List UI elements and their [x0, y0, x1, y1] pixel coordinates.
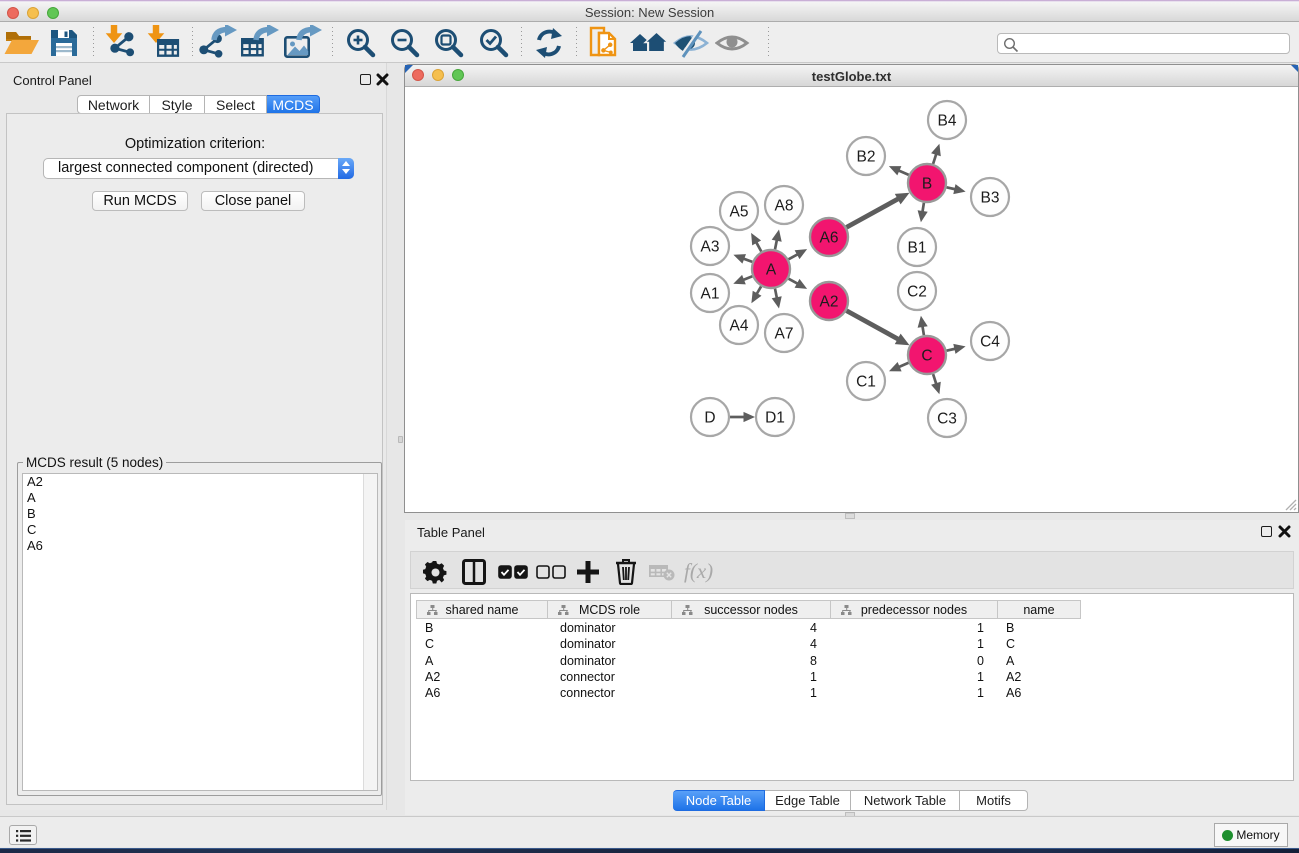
svg-text:A5: A5	[730, 204, 749, 221]
svg-text:A6: A6	[820, 230, 839, 247]
svg-text:B: B	[922, 176, 932, 193]
svg-text:A3: A3	[701, 239, 720, 256]
svg-text:B2: B2	[857, 149, 876, 166]
svg-text:C4: C4	[980, 334, 1000, 351]
svg-text:C: C	[921, 348, 932, 365]
svg-text:A8: A8	[775, 198, 794, 215]
svg-text:D: D	[704, 410, 715, 427]
svg-text:A1: A1	[701, 286, 720, 303]
svg-text:C1: C1	[856, 374, 876, 391]
svg-text:C3: C3	[937, 411, 957, 428]
svg-text:A7: A7	[775, 326, 794, 343]
svg-text:C2: C2	[907, 284, 927, 301]
svg-text:f(x): f(x)	[684, 560, 713, 583]
svg-text:A2: A2	[820, 294, 839, 311]
svg-text:A4: A4	[730, 318, 749, 335]
svg-text:D1: D1	[765, 410, 785, 427]
svg-text:B4: B4	[938, 113, 957, 130]
svg-text:B3: B3	[981, 190, 1000, 207]
svg-text:A: A	[766, 262, 777, 279]
svg-text:B1: B1	[908, 240, 927, 257]
